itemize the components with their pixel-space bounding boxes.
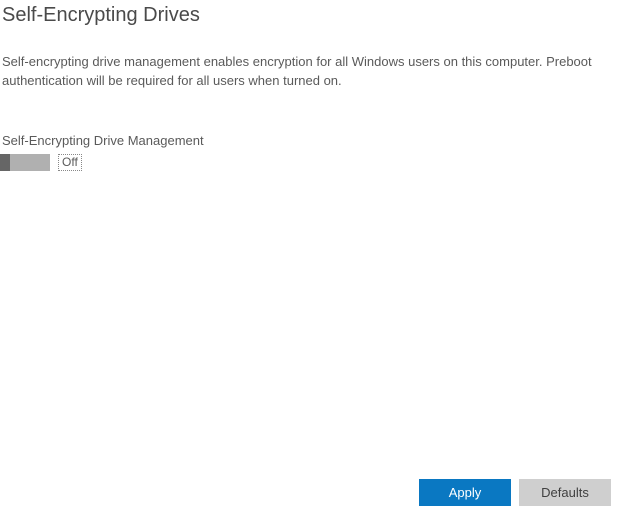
toggle-label: Self-Encrypting Drive Management [0, 91, 617, 148]
toggle-handle [0, 154, 10, 171]
toggle-status-text: Off [58, 154, 82, 171]
apply-button[interactable]: Apply [419, 479, 511, 506]
toggle-row: Off [0, 148, 617, 171]
footer-buttons: Apply Defaults [419, 479, 611, 506]
sed-management-toggle[interactable] [0, 154, 50, 171]
page-description: Self-encrypting drive management enables… [0, 27, 617, 91]
defaults-button[interactable]: Defaults [519, 479, 611, 506]
page-title: Self-Encrypting Drives [0, 0, 617, 27]
